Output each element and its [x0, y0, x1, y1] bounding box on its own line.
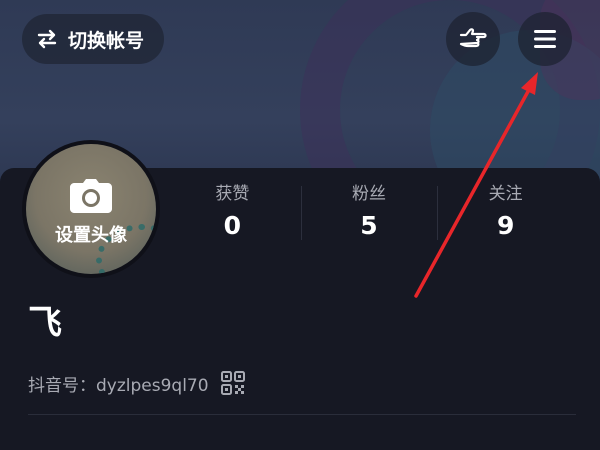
douyin-id-row[interactable]: 抖音号：dyzlpes9ql70 — [28, 368, 245, 398]
stat-value: 9 — [496, 211, 515, 240]
hand-button[interactable] — [446, 12, 500, 66]
stat-fans[interactable]: 粉丝 5 — [300, 180, 438, 250]
douyin-id: 抖音号：dyzlpes9ql70 — [28, 375, 209, 396]
pointing-hand-icon — [459, 28, 487, 48]
switch-account-label: 切换帐号 — [68, 29, 145, 52]
hamburger-menu-icon — [534, 30, 556, 48]
stat-label: 粉丝 — [352, 184, 386, 204]
swap-arrows-icon — [37, 29, 57, 49]
stat-following[interactable]: 关注 9 — [437, 180, 574, 250]
stat-likes[interactable]: 获赞 0 — [164, 180, 301, 250]
set-avatar-label: 设置头像 — [55, 225, 127, 246]
divider — [28, 414, 576, 415]
nickname[interactable]: 飞 — [28, 300, 62, 346]
qr-code-icon[interactable] — [220, 371, 245, 395]
avatar-image: 设置头像 — [26, 144, 156, 274]
stat-label: 获赞 — [215, 184, 250, 204]
stat-value: 0 — [223, 211, 242, 240]
stat-value: 5 — [360, 211, 378, 240]
switch-account-button[interactable]: 切换帐号 — [22, 14, 165, 64]
profile-screen: 切换帐号 设置头像 获赞 0 粉丝 5 关注 9 飞 抖音号：dyzlpes9q… — [0, 0, 600, 450]
avatar[interactable]: 设置头像 — [22, 140, 160, 278]
menu-button[interactable] — [518, 12, 572, 66]
stats-bar: 获赞 0 粉丝 5 关注 9 — [164, 180, 574, 250]
stat-label: 关注 — [488, 184, 523, 204]
camera-icon — [70, 179, 112, 213]
